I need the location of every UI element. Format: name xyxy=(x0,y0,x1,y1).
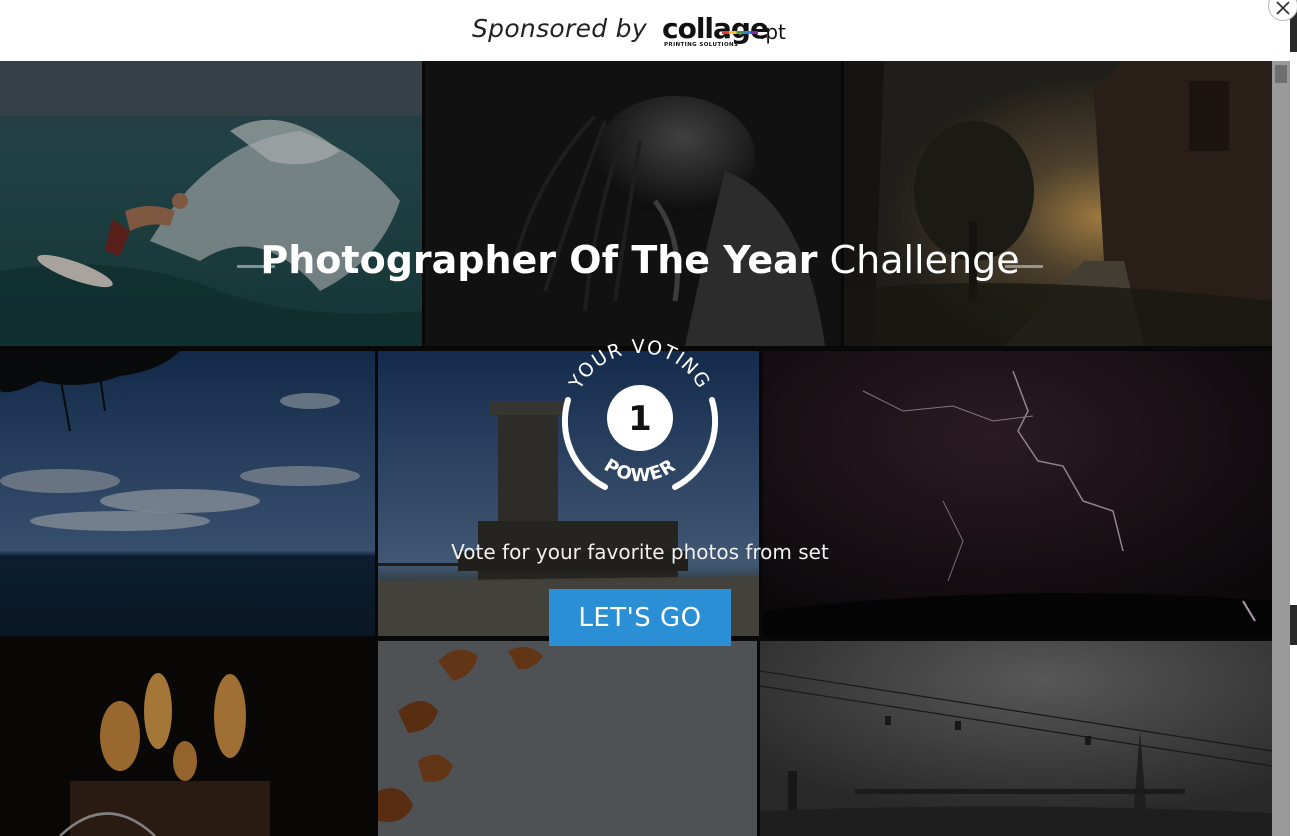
lightning-photo[interactable] xyxy=(763,351,1272,636)
portrait-photo[interactable] xyxy=(425,61,841,346)
autumn-leaves-photo[interactable] xyxy=(378,641,757,836)
title-bold: Photographer Of The Year xyxy=(260,238,818,282)
church-sunset-photo[interactable] xyxy=(844,61,1272,346)
vote-subtitle: Vote for your favorite photos from set xyxy=(451,540,829,564)
sponsor-logo[interactable]: collage .pt PRINTING SOLUTIONS xyxy=(662,12,802,52)
page-title: Photographer Of The Year Challenge xyxy=(0,238,1280,282)
voting-power-badge: 1 YOUR VOTING POWER xyxy=(561,336,719,490)
surfer-photo[interactable] xyxy=(0,61,422,346)
background-page-edge xyxy=(1290,0,1297,836)
sponsored-label: Sponsored by xyxy=(472,14,647,43)
logo-tld: .pt xyxy=(759,20,786,44)
bridge-cablecar-photo[interactable] xyxy=(760,641,1272,836)
badge-number: 1 xyxy=(628,399,652,439)
sponsor-header: Sponsored by collage .pt PRINTING SOLUTI… xyxy=(0,0,1290,61)
lets-go-button[interactable]: LET'S GO xyxy=(549,589,731,646)
logo-color-stripe xyxy=(722,31,758,34)
sea-clouds-photo[interactable] xyxy=(0,351,375,636)
logo-wordmark: collage xyxy=(662,12,769,45)
svg-text:POWER: POWER xyxy=(600,455,680,486)
logo-tagline: PRINTING SOLUTIONS xyxy=(664,42,739,48)
scrollbar[interactable] xyxy=(1272,61,1290,836)
scrollbar-thumb[interactable] xyxy=(1275,65,1287,83)
badge-bottom-text: POWER xyxy=(600,455,679,486)
candles-photo[interactable] xyxy=(0,641,374,836)
title-light: Challenge xyxy=(829,238,1020,282)
close-icon xyxy=(1276,1,1290,15)
